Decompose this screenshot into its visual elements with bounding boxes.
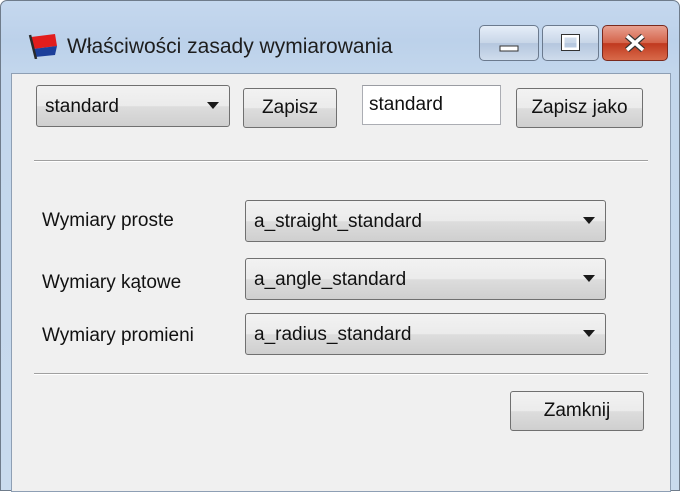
straight-dimensions-value: a_straight_standard <box>254 211 422 232</box>
chevron-down-icon <box>207 102 219 109</box>
minimize-button[interactable] <box>479 25 539 61</box>
rule-select-value: standard <box>45 96 119 117</box>
save-button[interactable]: Zapisz <box>243 88 337 128</box>
title-bar[interactable]: Właściwości zasady wymiarowania <box>1 1 679 73</box>
angle-dimensions-label: Wymiary kątowe <box>42 272 182 293</box>
rule-name-input-value: standard <box>369 94 443 115</box>
radius-dimensions-value: a_radius_standard <box>254 324 412 345</box>
close-window-button[interactable] <box>602 25 668 61</box>
maximize-button[interactable] <box>542 25 599 61</box>
angle-dimensions-value: a_angle_standard <box>254 269 407 290</box>
close-button[interactable]: Zamknij <box>510 391 644 431</box>
close-icon <box>625 33 645 53</box>
window-title: Właściwości zasady wymiarowania <box>67 35 393 58</box>
save-as-button[interactable]: Zapisz jako <box>516 88 643 128</box>
chevron-down-icon <box>583 330 595 337</box>
chevron-down-icon <box>583 275 595 282</box>
minimize-icon <box>499 45 519 52</box>
maximize-icon <box>561 34 580 51</box>
dialog-window: Właściwości zasady wymiarowania standard <box>0 0 680 492</box>
angle-dimensions-select[interactable]: a_angle_standard <box>245 258 606 300</box>
separator-top <box>34 160 648 162</box>
straight-dimensions-select[interactable]: a_straight_standard <box>245 200 606 242</box>
radius-dimensions-label: Wymiary promieni <box>42 325 194 346</box>
straight-dimensions-label: Wymiary proste <box>42 210 174 231</box>
dialog-client-area: standard Zapisz standard Zapisz jako Wym… <box>11 73 671 492</box>
rule-name-input[interactable]: standard <box>362 85 501 125</box>
rule-select[interactable]: standard <box>36 85 230 127</box>
chevron-down-icon <box>583 217 595 224</box>
radius-dimensions-select[interactable]: a_radius_standard <box>245 313 606 355</box>
separator-bottom <box>34 373 648 375</box>
app-icon <box>28 34 57 59</box>
